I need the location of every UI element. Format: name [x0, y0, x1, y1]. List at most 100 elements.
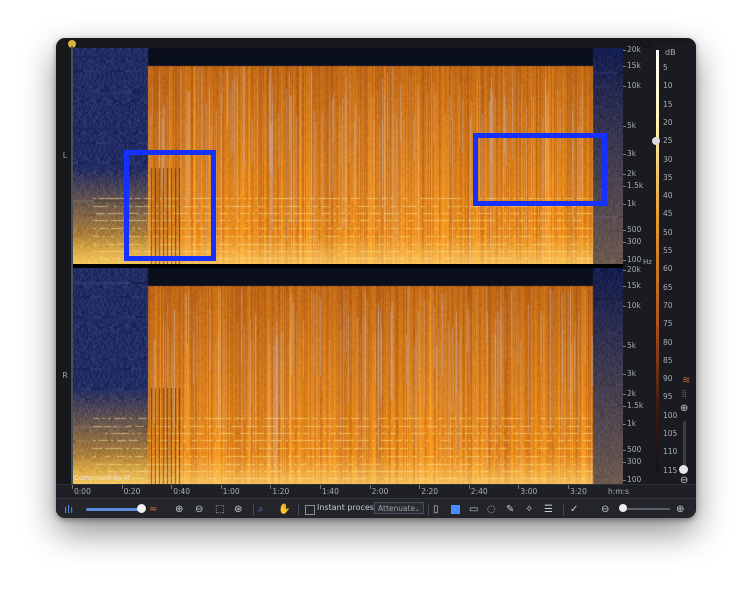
freq-tick-label: 300	[622, 457, 642, 466]
brush-icon[interactable]: ✎	[506, 502, 514, 516]
freq-tick-label: 500	[622, 445, 642, 454]
db-tick-label: 110	[663, 447, 678, 457]
db-tick-label: 55	[663, 246, 673, 255]
horizontal-zoom-knob[interactable]	[619, 504, 627, 512]
chevron-down-icon: ⌄	[414, 505, 420, 513]
vertical-zoom-in-icon[interactable]: ⊕	[680, 403, 688, 414]
hz-unit-label: Hz	[643, 258, 652, 266]
zoom-selection-icon[interactable]: ⬚	[215, 502, 224, 516]
freq-tick-label: 500	[622, 225, 642, 234]
harmonic-selection-icon[interactable]: ☰	[544, 502, 553, 516]
db-scale[interactable]: dB Hz 5 10 15 20 25 30 35 40 45 50 55 60 65 70 75 80 85 9…	[643, 42, 696, 486]
rect-selection-icon[interactable]	[451, 502, 460, 516]
time-tick-label: 2:40	[468, 485, 488, 496]
channel-label-right: R	[62, 371, 68, 380]
freq-tick-label: 5k	[622, 341, 637, 350]
highlight-box-left	[124, 150, 216, 261]
db-unit-label: dB	[665, 48, 676, 57]
time-tick-label: 2:20	[419, 485, 439, 496]
db-tick-label: 40	[663, 191, 673, 201]
db-tick-label: 90	[663, 374, 673, 384]
db-tick-label: 115	[663, 465, 678, 475]
freq-tick-label: 1.5k	[622, 401, 644, 410]
vertical-zoom-knob[interactable]	[679, 465, 688, 474]
freq-tick-label: 1.5k	[622, 181, 644, 190]
waveform-overlay-text: Composed by M	[74, 474, 131, 482]
gain-slider-knob[interactable]	[137, 504, 146, 513]
waveform-settings-icon[interactable]: ⦙⦙	[682, 390, 686, 400]
lasso-icon[interactable]: ◌	[487, 502, 496, 516]
db-tick-label: 70	[663, 300, 673, 310]
time-tick-label: 0:00	[72, 485, 91, 496]
horizontal-zoom-out-icon[interactable]: ⊖	[601, 502, 609, 516]
spectrogram-icon[interactable]: ≈	[149, 502, 157, 516]
db-tick-label: 95	[663, 392, 673, 402]
time-tick-label: 3:00	[518, 485, 538, 496]
db-tick-label: 50	[663, 227, 673, 237]
time-tick-label: 2:00	[369, 485, 389, 496]
freq-tick-label: 10k	[623, 81, 641, 90]
db-tick-label: 10	[663, 81, 673, 91]
colormap-range-handle[interactable]	[652, 137, 660, 145]
mode-value: Attenuate	[378, 504, 416, 513]
zoom-out-icon[interactable]: ⊖	[195, 502, 203, 516]
gain-slider[interactable]	[86, 508, 144, 511]
colormap-bar	[656, 50, 659, 472]
db-tick-label: 80	[663, 337, 673, 347]
freq-tick-label: 15k	[623, 281, 641, 290]
horizontal-zoom-slider[interactable]	[622, 508, 670, 510]
time-ruler[interactable]: h:m:s 0:00 0:20 0:40 1:00 1:20 1:40 2:00 2:20 2:…	[56, 484, 696, 499]
freq-tick-label: 20k	[623, 45, 641, 54]
spectrogram-settings-icon[interactable]: ≋	[682, 376, 690, 386]
db-tick-label: 25	[663, 136, 673, 146]
horizontal-zoom-in-icon[interactable]: ⊕	[676, 502, 684, 516]
time-tick-label: 1:20	[270, 485, 290, 496]
instant-process-label: Instant process	[317, 503, 379, 512]
vertical-zoom-slider[interactable]	[683, 421, 686, 469]
rx-editor-window: L R Composed by M 20k 15k 10k 5k 3k 2k 1.5k 1k 5…	[56, 38, 696, 518]
highlight-box-right	[473, 133, 607, 206]
freq-selection-icon[interactable]: ▭	[469, 502, 478, 516]
db-tick-label: 60	[663, 264, 673, 274]
frequency-scale-right[interactable]: 20k 15k 10k 5k 3k 2k 1.5k 1k 500 300 100	[622, 265, 653, 484]
magic-wand-icon[interactable]: ✧	[525, 502, 533, 516]
time-tick-label: 0:40	[171, 485, 191, 496]
db-tick-label: 75	[663, 319, 673, 329]
db-tick-label: 15	[663, 99, 673, 109]
db-tick-label: 20	[663, 117, 673, 127]
frequency-scale-left[interactable]: 20k 15k 10k 5k 3k 2k 1.5k 1k 500 300 100	[622, 45, 653, 264]
zoom-in-icon[interactable]: ⊕	[175, 502, 183, 516]
freq-tick-label: 10k	[623, 301, 641, 310]
time-tick-label: 0:20	[121, 485, 141, 496]
freq-tick-label: 2k	[622, 169, 637, 178]
freq-tick-label: 100	[622, 255, 642, 264]
db-tick-label: 65	[663, 282, 673, 292]
db-tick-label: 105	[663, 429, 678, 438]
spectrogram-right[interactable]	[73, 268, 623, 484]
freq-tick-label: 20k	[623, 265, 641, 274]
freq-tick-label: 3k	[622, 369, 637, 378]
freq-tick-label: 2k	[622, 389, 637, 398]
bottom-toolbar: ılı ≈ ⊕ ⊖ ⬚ ⊛ ⌕ ✋ Instant process Attenu…	[56, 498, 696, 518]
instant-process-mode-select[interactable]: Attenuate ⌄	[374, 502, 424, 514]
time-selection-icon[interactable]: ▯	[433, 502, 439, 516]
time-tick-label: 1:40	[320, 485, 339, 496]
db-tick-label: 5	[663, 63, 668, 72]
freq-tick-label: 5k	[622, 121, 637, 130]
freq-tick-label: 1k	[622, 199, 637, 208]
freq-tick-label: 100	[622, 475, 642, 484]
magnify-tool-icon[interactable]: ⌕	[258, 502, 264, 516]
time-tick-label: 3:20	[568, 485, 587, 496]
freq-tick-label: 300	[622, 237, 642, 246]
freq-tick-label: 3k	[622, 149, 637, 158]
db-tick-label: 85	[663, 355, 673, 365]
channel-label-left: L	[62, 151, 68, 160]
db-tick-label: 45	[663, 209, 673, 219]
db-tick-label: 35	[663, 172, 673, 182]
instant-process-check-icon[interactable]: ✓	[570, 502, 578, 516]
instant-process-checkbox[interactable]	[305, 505, 315, 515]
hand-tool-icon[interactable]: ✋	[278, 502, 290, 516]
waveform-icon[interactable]: ılı	[64, 502, 73, 516]
zoom-fit-icon[interactable]: ⊛	[234, 502, 242, 516]
freq-tick-label: 1k	[622, 419, 637, 428]
